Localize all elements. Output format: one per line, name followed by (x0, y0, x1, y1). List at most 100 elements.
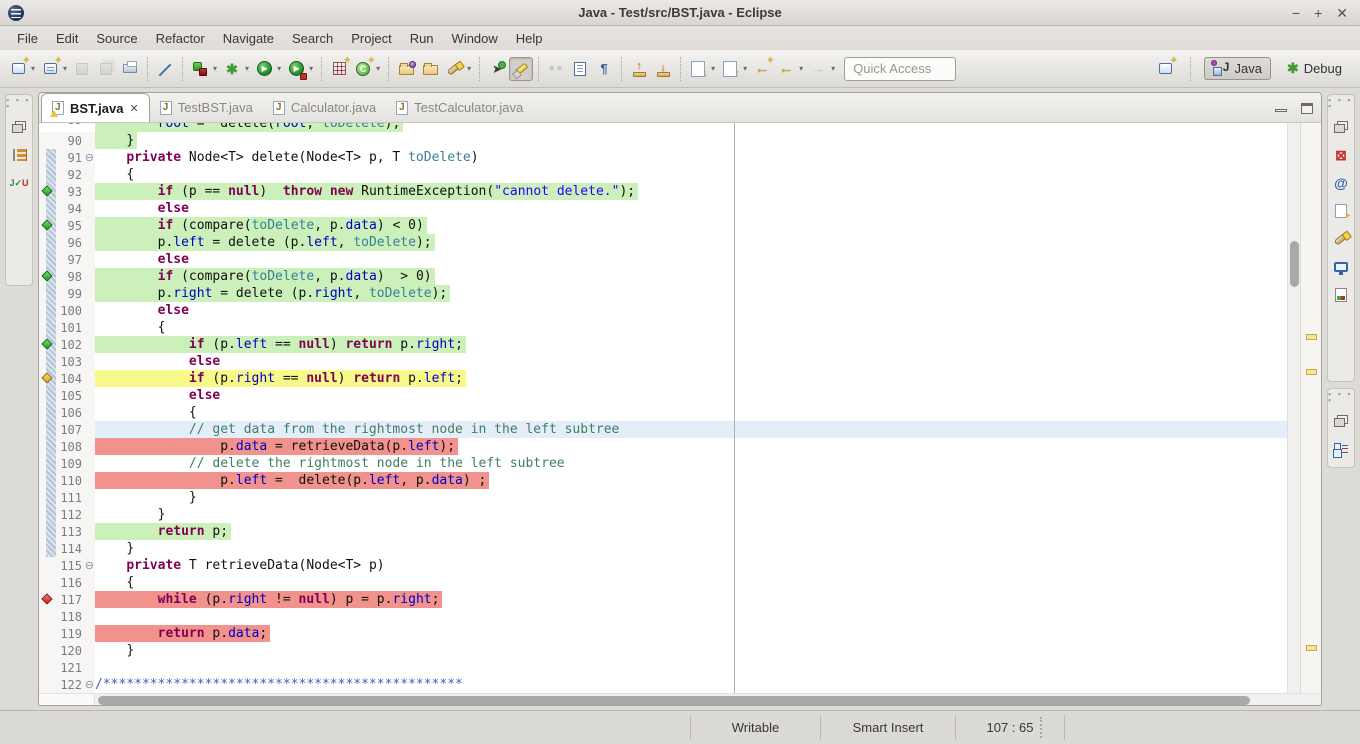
occurrence-mark[interactable] (1306, 334, 1317, 340)
code-line-104[interactable]: 104 if (p.right == null) return p.left; (39, 370, 1287, 387)
fold-collapse-icon[interactable]: ⊖ (85, 678, 94, 691)
code-text[interactable]: p.left = delete(p.left, p.data) ; (95, 472, 1287, 489)
run-dropdown[interactable]: ▾ (276, 64, 284, 73)
minimize-view-icon[interactable] (1275, 109, 1287, 112)
code-line-89[interactable]: 89 root = delete(root, toDelete); (39, 123, 1287, 132)
back-button[interactable]: ← (774, 57, 798, 81)
code-line-93[interactable]: 93 if (p == null) throw new RuntimeExcep… (39, 183, 1287, 200)
tab-testbst-java[interactable]: TestBST.java (150, 93, 263, 122)
code-text[interactable]: root = delete(root, toDelete); (95, 123, 1287, 124)
restore-view-button[interactable] (1331, 117, 1351, 137)
coverage-dropdown[interactable]: ▾ (212, 64, 220, 73)
package-explorer-button[interactable] (9, 145, 29, 165)
console-view-button[interactable] (1331, 257, 1351, 277)
code-text[interactable]: } (95, 506, 1287, 523)
code-text[interactable]: p.data = retrieveData(p.left); (95, 438, 1287, 455)
code-text[interactable]: if (p == null) throw new RuntimeExceptio… (95, 183, 1287, 200)
previous-annotation-button[interactable] (718, 57, 742, 81)
code-line-115[interactable]: 115⊖ private T retrieveData(Node<T> p) (39, 557, 1287, 574)
coverage-button[interactable] (188, 57, 212, 81)
code-line-120[interactable]: 120 } (39, 642, 1287, 659)
restore-view-button[interactable] (1331, 411, 1351, 431)
code-line-112[interactable]: 112 } (39, 506, 1287, 523)
skip-all-breakpoints-button[interactable] (153, 57, 177, 81)
code-line-105[interactable]: 105 else (39, 387, 1287, 404)
print-button[interactable] (118, 57, 142, 81)
code-text[interactable]: private T retrieveData(Node<T> p) (95, 557, 1287, 574)
code-text[interactable]: else (95, 302, 1287, 319)
back-dropdown[interactable]: ▾ (798, 64, 806, 73)
code-line-106[interactable]: 106 { (39, 404, 1287, 421)
code-text[interactable]: } (95, 132, 1287, 149)
code-text[interactable] (95, 608, 1287, 625)
open-type-button[interactable] (394, 57, 418, 81)
menu-run[interactable]: Run (401, 28, 443, 49)
maximize-view-icon[interactable] (1301, 103, 1313, 114)
occurrence-mark[interactable] (1306, 369, 1317, 375)
mark-occurrences-button[interactable] (509, 57, 533, 81)
code-text[interactable]: // get data from the rightmost node in t… (95, 421, 1287, 438)
code-line-114[interactable]: 114 } (39, 540, 1287, 557)
close-button[interactable]: ✕ (1336, 5, 1348, 21)
code-text[interactable]: else (95, 387, 1287, 404)
menu-help[interactable]: Help (507, 28, 552, 49)
next-annotation-dropdown[interactable]: ▾ (710, 64, 718, 73)
next-annotation-button[interactable] (686, 57, 710, 81)
code-text[interactable]: p.left = delete (p.left, toDelete); (95, 234, 1287, 251)
code-line-117[interactable]: 117 while (p.right != null) p = p.right; (39, 591, 1287, 608)
code-line-110[interactable]: 110 p.left = delete(p.left, p.data) ; (39, 472, 1287, 489)
code-text[interactable]: } (95, 642, 1287, 659)
perspective-debug[interactable]: ✱ Debug (1279, 57, 1350, 80)
new-project-wizard-button[interactable] (38, 57, 62, 81)
code-line-94[interactable]: 94 else (39, 200, 1287, 217)
menu-project[interactable]: Project (342, 28, 400, 49)
junit-button[interactable]: J✓U (9, 173, 29, 193)
code-line-101[interactable]: 101 { (39, 319, 1287, 336)
overview-ruler[interactable] (1300, 123, 1321, 693)
code-text[interactable]: if (p.left == null) return p.right; (95, 336, 1287, 353)
fold-collapse-icon[interactable]: ⊖ (85, 151, 94, 164)
code-text[interactable]: } (95, 489, 1287, 506)
drag-handle[interactable]: ▪ ▪ ▪ ▪ (1328, 391, 1354, 403)
tab-calculator-java[interactable]: Calculator.java (263, 93, 386, 122)
open-perspective-button[interactable] (1153, 57, 1177, 81)
code-line-122[interactable]: 122⊖/***********************************… (39, 676, 1287, 693)
new-java-project-button[interactable] (327, 57, 351, 81)
code-text[interactable]: private Node<T> delete(Node<T> p, T toDe… (95, 149, 1287, 166)
search-dropdown[interactable]: ▾ (466, 64, 474, 73)
code-editor[interactable]: 89 root = delete(root, toDelete);90 }91⊖… (39, 123, 1287, 693)
code-text[interactable]: } (95, 540, 1287, 557)
menu-edit[interactable]: Edit (47, 28, 87, 49)
run-external-tools-button[interactable] (284, 57, 308, 81)
vertical-scrollbar-thumb[interactable] (1290, 241, 1299, 287)
maximize-button[interactable]: + (1314, 5, 1322, 21)
code-line-98[interactable]: 98 if (compare(toDelete, p.data) > 0) (39, 268, 1287, 285)
vertical-scrollbar[interactable] (1287, 123, 1300, 693)
code-text[interactable]: { (95, 166, 1287, 183)
tab-close-icon[interactable]: ✕ (129, 102, 138, 115)
debug-dropdown[interactable]: ▾ (244, 64, 252, 73)
code-line-90[interactable]: 90 } (39, 132, 1287, 149)
code-text[interactable]: else (95, 353, 1287, 370)
code-text[interactable]: else (95, 200, 1287, 217)
code-text[interactable]: { (95, 319, 1287, 336)
previous-annotation-dropdown[interactable]: ▾ (742, 64, 750, 73)
code-line-103[interactable]: 103 else (39, 353, 1287, 370)
code-text[interactable]: { (95, 574, 1287, 591)
code-line-116[interactable]: 116 { (39, 574, 1287, 591)
perspective-java[interactable]: J Java (1204, 57, 1270, 80)
menu-navigate[interactable]: Navigate (214, 28, 283, 49)
code-text[interactable]: if (compare(toDelete, p.data) > 0) (95, 268, 1287, 285)
code-text[interactable]: // delete the rightmost node in the left… (95, 455, 1287, 472)
menu-file[interactable]: File (8, 28, 47, 49)
code-text[interactable]: /***************************************… (95, 676, 1287, 693)
show-whitespace-button[interactable]: ¶ (592, 57, 616, 81)
code-line-91[interactable]: 91⊖ private Node<T> delete(Node<T> p, T … (39, 149, 1287, 166)
search-view-button[interactable] (1331, 229, 1351, 249)
code-text[interactable]: return p.data; (95, 625, 1287, 642)
arrow-up-tray-button[interactable]: ↑ (627, 57, 651, 81)
forward-dropdown[interactable]: ▾ (830, 64, 838, 73)
code-line-96[interactable]: 96 p.left = delete (p.left, toDelete); (39, 234, 1287, 251)
drag-handle[interactable]: ▪ ▪ ▪ ▪ (1328, 97, 1354, 109)
new-wizard-dropdown[interactable]: ▾ (30, 64, 38, 73)
